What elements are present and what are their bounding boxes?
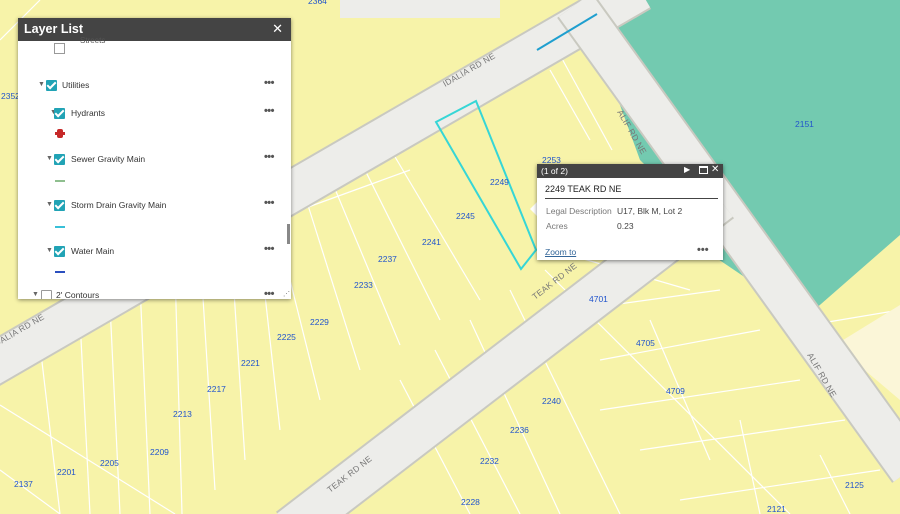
sewer-legend-line [55,180,65,182]
layer-item-storm-drain-gravity-main[interactable]: ▼ Storm Drain Gravity Main [46,199,281,217]
resize-grip-icon[interactable]: ⋰ [283,290,290,298]
parcel-label: 4705 [636,338,655,348]
more-options-icon[interactable]: ••• [264,151,275,163]
layer-list-header: Layer List ✕ [18,18,291,41]
more-options-icon[interactable]: ••• [264,288,275,299]
close-icon[interactable]: ✕ [272,21,283,37]
scrollbar-thumb[interactable] [287,224,290,244]
parcel-label: 2232 [480,456,499,466]
parcel-label: 2236 [510,425,529,435]
popup-title: 2249 TEAK RD NE [545,184,622,194]
attribute-name: Legal Description [546,206,612,216]
expand-arrow-icon[interactable]: ▼ [46,155,53,162]
layer-item-label: Sewer Gravity Main [71,154,146,164]
attribute-value: 0.23 [617,221,634,231]
parcel-label: 2245 [456,211,475,221]
more-options-icon[interactable]: ••• [697,244,709,256]
more-options-icon[interactable]: ••• [264,105,275,117]
streets-checkbox[interactable] [54,43,65,54]
parcel-label: 4709 [666,386,685,396]
popup-pointer [530,202,537,216]
storm-legend-line [55,226,65,228]
hydrants-checkbox[interactable] [54,108,65,119]
parcel-label: 2364 [308,0,327,6]
contours-checkbox[interactable] [41,290,52,299]
layer-item-contours[interactable]: ▼ 2' Contours [32,289,282,299]
layer-item-hydrants[interactable]: ▼ Hydrants [50,107,280,125]
layer-item-label: Water Main [71,246,115,256]
divider [545,198,718,199]
parcel-label: 2228 [461,497,480,507]
layer-item-utilities[interactable]: ▼ Utilities [38,79,288,97]
parcel-label: 2237 [378,254,397,264]
layer-item-sewer-gravity-main[interactable]: ▼ Sewer Gravity Main [46,153,281,171]
attribute-name: Acres [546,221,568,231]
next-feature-icon[interactable]: ▶ [684,165,690,174]
parcel-label: 2205 [100,458,119,468]
parcel-label: 2249 [490,177,509,187]
expand-arrow-icon[interactable]: ▼ [32,291,39,298]
parcel-label: 2229 [310,317,329,327]
more-options-icon[interactable]: ••• [264,77,275,89]
parcel-label: 2217 [207,384,226,394]
expand-arrow-icon[interactable]: ▼ [46,201,53,208]
parcel-label: 2125 [845,480,864,490]
zoom-to-link[interactable]: Zoom to [545,247,576,257]
parcel-label: 2241 [422,237,441,247]
popup-count: (1 of 2) [541,166,568,176]
parcel-label: 2213 [173,409,192,419]
expand-arrow-icon[interactable]: ▼ [38,81,45,88]
sewer-checkbox[interactable] [54,154,65,165]
layer-item-water-main[interactable]: ▼ Water Main [46,245,281,263]
parcel-label: 2240 [542,396,561,406]
water-main-checkbox[interactable] [54,246,65,257]
water-legend-line [55,271,65,273]
utilities-checkbox[interactable] [46,80,57,91]
hydrant-icon [55,129,65,138]
attribute-value: U17, Blk M, Lot 2 [617,206,683,216]
parcel-label: 2201 [57,467,76,477]
feature-popup[interactable]: (1 of 2) ▶ ✕ 2249 TEAK RD NE Legal Descr… [537,164,723,260]
parcel-label: 2137 [14,479,33,489]
layer-list-title: Layer List [24,22,84,36]
layer-item-label: Storm Drain Gravity Main [71,200,167,210]
more-options-icon[interactable]: ••• [264,197,275,209]
layer-item-cut-label: Streets [80,36,106,45]
layer-list-panel[interactable]: Layer List ✕ Streets ▼ Utilities ••• ▼ H… [18,18,291,299]
parcel-label: 2151 [795,119,814,129]
storm-drain-checkbox[interactable] [54,200,65,211]
layer-item-label: 2' Contours [56,290,100,299]
maximize-icon[interactable] [699,166,708,174]
parcel-label: 4701 [589,294,608,304]
layer-item-label: Utilities [62,80,90,90]
expand-arrow-icon[interactable]: ▼ [46,247,53,254]
parcel-label: 2121 [767,504,786,514]
parcel-label: 2225 [277,332,296,342]
popup-header: (1 of 2) ▶ ✕ [537,164,723,178]
parcel-label: 2209 [150,447,169,457]
layer-item-label: Hydrants [71,108,106,118]
more-options-icon[interactable]: ••• [264,243,275,255]
parcel-label: 2221 [241,358,260,368]
parcel-label: 2233 [354,280,373,290]
close-icon[interactable]: ✕ [711,164,719,175]
